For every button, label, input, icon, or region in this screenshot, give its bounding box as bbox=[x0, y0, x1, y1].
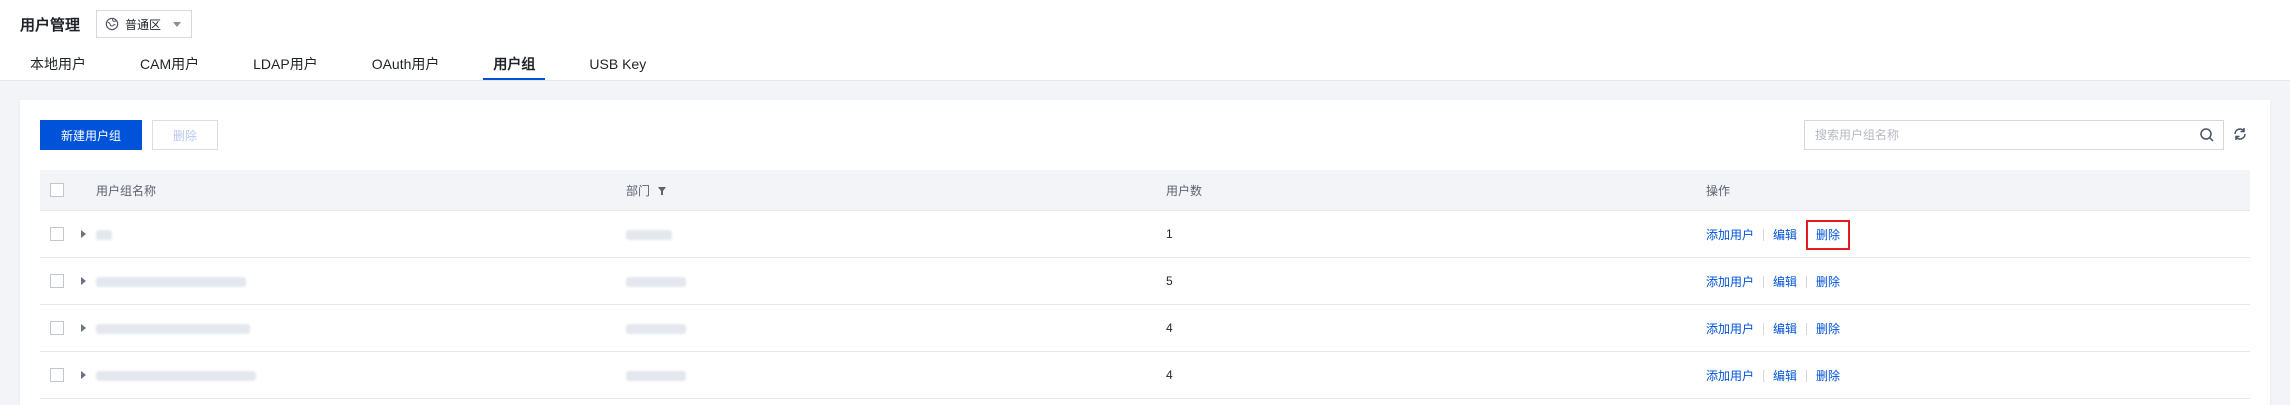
redacted-group-name bbox=[96, 370, 256, 381]
table-row: 1 添加用户 编辑 删除 bbox=[40, 210, 2250, 258]
delete-link-highlighted[interactable]: 删除 bbox=[1806, 219, 1851, 250]
search-input[interactable] bbox=[1805, 121, 2205, 149]
row-actions: 添加用户 编辑 删除 bbox=[1706, 210, 2250, 258]
row-checkbox[interactable] bbox=[50, 368, 64, 383]
tab-oauth-users[interactable]: OAuth用户 bbox=[362, 54, 450, 80]
globe-icon bbox=[105, 17, 119, 31]
region-select[interactable]: 普通区 bbox=[96, 10, 193, 38]
refresh-icon[interactable] bbox=[2232, 126, 2248, 142]
column-header-name: 用户组名称 bbox=[96, 170, 626, 211]
row-actions: 添加用户 编辑 删除 bbox=[1706, 351, 2250, 399]
redacted-group-name bbox=[96, 276, 246, 287]
edit-link[interactable]: 编辑 bbox=[1773, 275, 1797, 289]
region-value: 普通区 bbox=[125, 17, 162, 32]
add-user-link[interactable]: 添加用户 bbox=[1706, 228, 1754, 242]
edit-link[interactable]: 编辑 bbox=[1773, 322, 1797, 336]
tab-local-users[interactable]: 本地用户 bbox=[20, 54, 96, 80]
expand-arrow-icon[interactable] bbox=[81, 277, 87, 286]
row-actions: 添加用户 编辑 删除 bbox=[1706, 257, 2250, 305]
add-user-link[interactable]: 添加用户 bbox=[1706, 369, 1754, 383]
divider bbox=[1806, 276, 1808, 289]
user-count: 5 bbox=[1166, 257, 1706, 305]
top-bar: 用户管理 普通区 本地用户 CAM用户 LDAP用户 OAuth用户 用户组 U… bbox=[0, 0, 2290, 81]
content-panel: 新建用户组 删除 用户组名称 部门 用户数 操作 bbox=[20, 100, 2270, 405]
tab-user-groups[interactable]: 用户组 bbox=[483, 54, 546, 80]
expand-arrow-icon[interactable] bbox=[81, 371, 87, 380]
redacted-group-name bbox=[96, 323, 250, 334]
batch-delete-button[interactable]: 删除 bbox=[152, 120, 218, 150]
expand-arrow-icon[interactable] bbox=[81, 324, 87, 333]
divider bbox=[1763, 276, 1765, 289]
add-user-link[interactable]: 添加用户 bbox=[1706, 322, 1754, 336]
title-row: 用户管理 普通区 bbox=[20, 10, 193, 38]
row-actions: 添加用户 编辑 删除 bbox=[1706, 304, 2250, 352]
column-header-dept[interactable]: 部门 bbox=[626, 170, 1166, 211]
tab-ldap-users[interactable]: LDAP用户 bbox=[243, 54, 328, 80]
add-user-link[interactable]: 添加用户 bbox=[1706, 275, 1754, 289]
expand-arrow-icon[interactable] bbox=[81, 230, 87, 239]
redacted-department bbox=[626, 229, 672, 240]
new-user-group-button[interactable]: 新建用户组 bbox=[40, 120, 142, 150]
table-header-row: 用户组名称 部门 用户数 操作 bbox=[40, 170, 2250, 211]
column-header-ops: 操作 bbox=[1706, 170, 2250, 211]
delete-link[interactable]: 删除 bbox=[1816, 322, 1840, 336]
redacted-department bbox=[626, 323, 686, 334]
chevron-down-icon bbox=[173, 21, 182, 27]
divider bbox=[1806, 370, 1808, 383]
page-title: 用户管理 bbox=[20, 16, 81, 34]
user-count: 4 bbox=[1166, 304, 1706, 352]
tab-bar: 本地用户 CAM用户 LDAP用户 OAuth用户 用户组 USB Key bbox=[0, 54, 670, 80]
tab-cam-users[interactable]: CAM用户 bbox=[130, 54, 209, 80]
redacted-department bbox=[626, 370, 686, 381]
select-all-checkbox[interactable] bbox=[50, 183, 64, 198]
column-header-count: 用户数 bbox=[1166, 170, 1706, 211]
search-box bbox=[1804, 120, 2224, 150]
table-row: 4 添加用户 编辑 删除 bbox=[40, 304, 2250, 352]
filter-icon[interactable] bbox=[657, 186, 667, 196]
row-checkbox[interactable] bbox=[50, 274, 64, 289]
divider bbox=[1806, 323, 1808, 336]
edit-link[interactable]: 编辑 bbox=[1773, 228, 1797, 242]
divider bbox=[1763, 229, 1765, 242]
row-checkbox[interactable] bbox=[50, 227, 64, 242]
divider bbox=[1763, 370, 1765, 383]
table-row: 4 添加用户 编辑 删除 bbox=[40, 351, 2250, 399]
edit-link[interactable]: 编辑 bbox=[1773, 369, 1797, 383]
dept-header-label: 部门 bbox=[626, 183, 651, 198]
user-count: 1 bbox=[1166, 210, 1706, 258]
table-row: 5 添加用户 编辑 删除 bbox=[40, 257, 2250, 305]
divider bbox=[1763, 323, 1765, 336]
delete-link[interactable]: 删除 bbox=[1816, 369, 1840, 383]
redacted-group-name bbox=[96, 229, 112, 240]
user-group-table: 用户组名称 部门 用户数 操作 1 添加用户 编辑 删除 5 添加用户 编辑 删… bbox=[40, 170, 2250, 399]
search-icon[interactable] bbox=[2199, 127, 2215, 143]
redacted-department bbox=[626, 276, 686, 287]
row-checkbox[interactable] bbox=[50, 321, 64, 336]
tab-usb-key[interactable]: USB Key bbox=[579, 54, 656, 80]
divider bbox=[1806, 229, 1808, 242]
delete-link[interactable]: 删除 bbox=[1816, 275, 1840, 289]
user-count: 4 bbox=[1166, 351, 1706, 399]
